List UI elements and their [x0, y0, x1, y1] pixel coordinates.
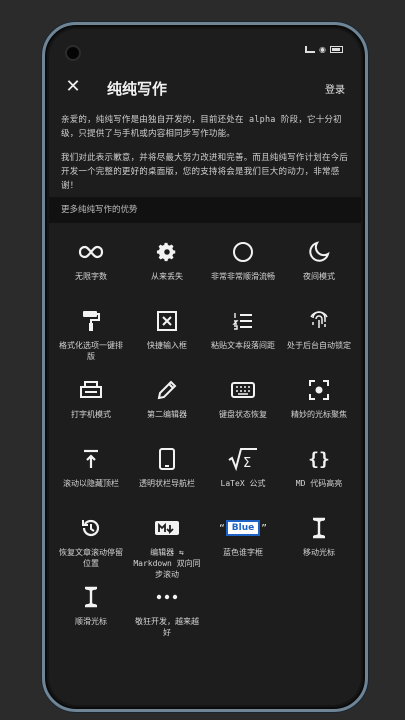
paint-roller-icon	[80, 306, 102, 336]
braces-icon: {}	[308, 448, 330, 470]
feature-label: LaTeX 公式	[220, 479, 266, 488]
feature-label: 顺滑光标	[75, 617, 107, 626]
feature-label: 透明状栏导航栏	[139, 479, 195, 488]
feature-label: 精妙的光标聚焦	[291, 410, 347, 419]
feature-item[interactable]: 恢复文章滚动停留位置	[53, 513, 129, 582]
numbered-list-icon	[232, 306, 254, 336]
feature-item[interactable]: 夜间模式	[281, 237, 357, 306]
intro-paragraph: 我们对此表示歉意，并将尽最大努力改进和完善。而且纯纯写作计划在今后开发一个完整的…	[61, 153, 349, 191]
feature-item[interactable]: 粘贴文本段落间距	[205, 306, 281, 375]
scroll-top-icon	[81, 444, 101, 474]
feature-item[interactable]: Σ LaTeX 公式	[205, 444, 281, 513]
page-title: 纯纯写作	[107, 80, 168, 98]
feature-label: MD 代码高亮	[295, 479, 343, 488]
feature-label: 敬狂开发，越来越好	[135, 617, 199, 637]
feature-label: 滚动以隐藏顶栏	[63, 479, 119, 488]
feature-label: 编辑器 ⇆ Markdown 双向同步滚动	[133, 548, 201, 579]
more-icon	[156, 582, 178, 612]
feature-label: 打字机模式	[71, 410, 111, 419]
blue-tag-icon: “Blue”	[219, 520, 267, 536]
focus-icon	[308, 375, 330, 405]
infinity-icon	[78, 237, 104, 267]
feature-item[interactable]: 键盘状态恢复	[205, 375, 281, 444]
feature-item[interactable]: 无限字数	[53, 237, 129, 306]
text-cursor-icon	[83, 582, 99, 612]
front-camera	[65, 45, 81, 61]
intro-text: 亲爱的，纯纯写作是由独自开发的，目前还处在 alpha 阶段，它十分初级，只提供…	[61, 113, 349, 203]
intro-paragraph: 亲爱的，纯纯写作是由独自开发的，目前还处在 alpha 阶段，它十分初级，只提供…	[61, 115, 342, 139]
feature-label: 键盘状态恢复	[219, 410, 267, 419]
feature-item[interactable]: 编辑器 ⇆ Markdown 双向同步滚动	[129, 513, 205, 582]
gear-icon	[156, 237, 178, 267]
feature-item[interactable]: 第二编辑器	[129, 375, 205, 444]
svg-text:Σ: Σ	[243, 456, 251, 471]
feature-item[interactable]: 打字机模式	[53, 375, 129, 444]
feature-label: 移动光标	[303, 548, 335, 557]
history-icon	[80, 513, 102, 543]
feature-label: 快捷输入框	[147, 341, 187, 350]
feature-item[interactable]: 从来丢失	[129, 237, 205, 306]
feature-label: 蓝色谁字框	[223, 548, 263, 557]
feature-item[interactable]: 处于后台自动锁定	[281, 306, 357, 375]
app-screen: ◉ ✕ 纯纯写作 登录 亲爱的，纯纯写作是由独自开发的，目前还处在 alpha …	[49, 29, 361, 705]
feature-item[interactable]: 快捷输入框	[129, 306, 205, 375]
feature-item[interactable]: 格式化选项一键排版	[53, 306, 129, 375]
feature-label: 第二编辑器	[147, 410, 187, 419]
feature-item[interactable]: 透明状栏导航栏	[129, 444, 205, 513]
close-icon[interactable]: ✕	[63, 77, 83, 97]
blue-tag-text: Blue	[225, 520, 261, 536]
feature-item[interactable]: 非常非常顺滑流畅	[205, 237, 281, 306]
signal-icon	[305, 46, 316, 53]
feature-label: 夜间模式	[303, 272, 335, 281]
pencil-icon	[156, 375, 178, 405]
feature-label: 从来丢失	[151, 272, 183, 281]
feature-grid: 无限字数 从来丢失 非常非常顺滑流畅 夜间模式格式化选项一键排版 快捷输入框 粘贴文本段落…	[53, 237, 357, 651]
feature-label: 处于后台自动锁定	[287, 341, 351, 350]
feature-label: 恢复文章滚动停留位置	[59, 548, 123, 568]
feature-item[interactable]: “Blue” 蓝色谁字框	[205, 513, 281, 582]
feature-label: 格式化选项一键排版	[59, 341, 123, 361]
markdown-icon	[154, 513, 180, 543]
sqrt-sigma-icon: Σ	[228, 444, 258, 474]
feature-label: 非常非常顺滑流畅	[211, 272, 275, 281]
tablet-icon	[158, 444, 176, 474]
top-app-bar: ✕ 纯纯写作 登录	[49, 73, 361, 103]
moon-icon	[308, 237, 330, 267]
feature-item[interactable]: 滚动以隐藏顶栏	[53, 444, 129, 513]
battery-icon	[330, 46, 343, 53]
wifi-icon: ◉	[319, 45, 326, 54]
feature-item[interactable]: 移动光标	[281, 513, 357, 582]
feature-label: 无限字数	[75, 272, 107, 281]
section-header: 更多纯纯写作的优势	[49, 197, 361, 223]
feature-item[interactable]: 精妙的光标聚焦	[281, 375, 357, 444]
feature-item[interactable]: {} MD 代码高亮	[281, 444, 357, 513]
feature-item[interactable]: 敬狂开发，越来越好	[129, 582, 205, 651]
status-bar: ◉	[305, 45, 343, 54]
typewriter-icon	[79, 375, 103, 405]
login-button[interactable]: 登录	[325, 81, 345, 96]
phone-frame: ◉ ✕ 纯纯写作 登录 亲爱的，纯纯写作是由独自开发的，目前还处在 alpha …	[42, 22, 368, 712]
keyboard-icon	[231, 375, 255, 405]
quick-input-icon	[156, 306, 178, 336]
feature-label: 粘贴文本段落间距	[211, 341, 275, 350]
feature-item[interactable]: 顺滑光标	[53, 582, 129, 651]
circle-icon	[232, 237, 254, 267]
text-cursor-icon	[311, 513, 327, 543]
fingerprint-icon	[308, 306, 330, 336]
